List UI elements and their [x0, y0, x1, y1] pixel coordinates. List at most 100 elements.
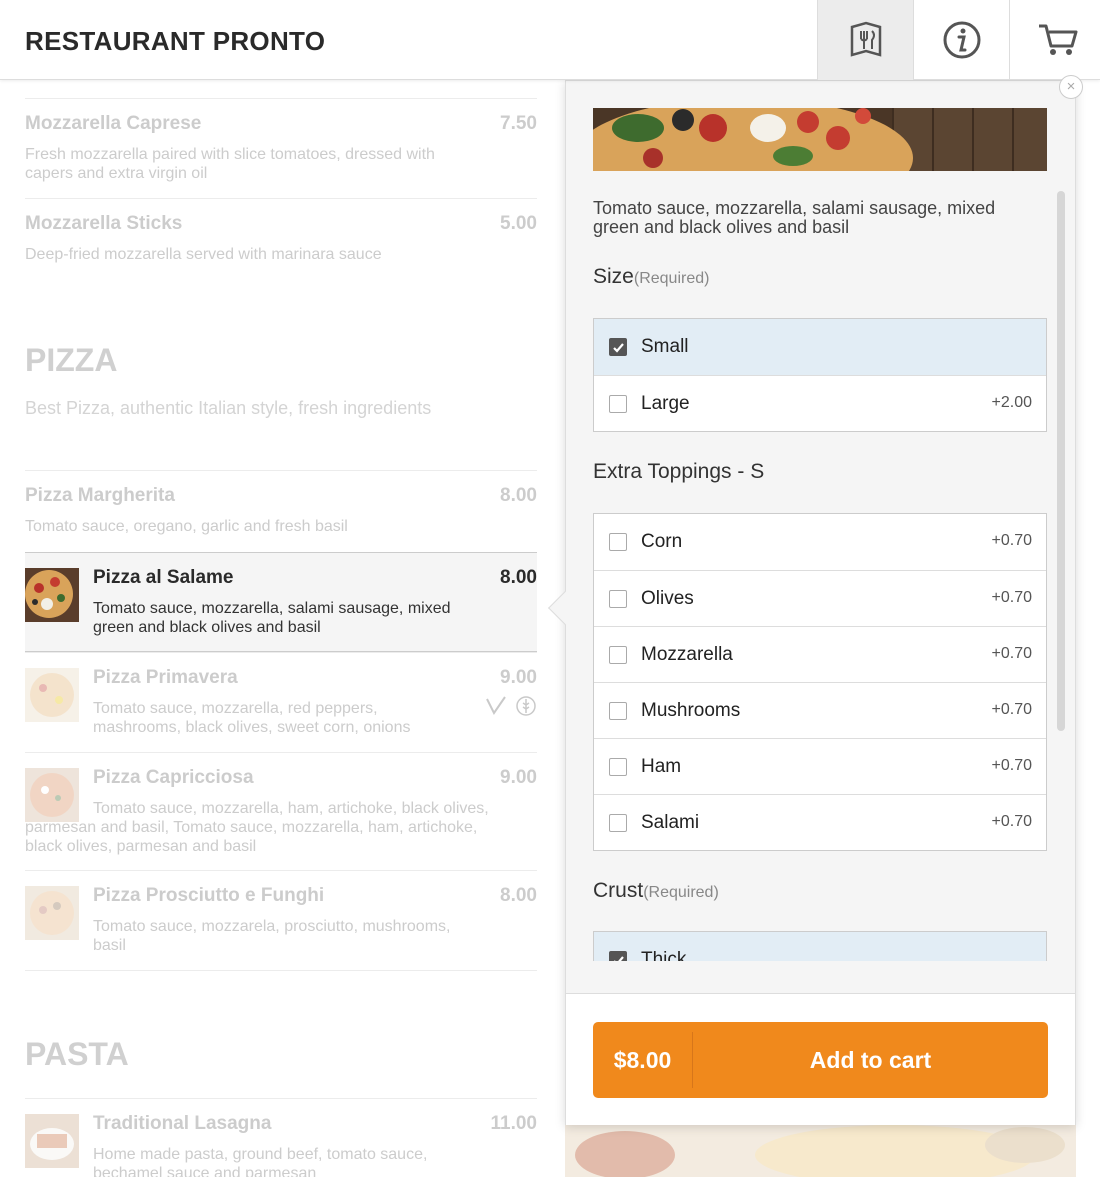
background-food-photo — [565, 1125, 1076, 1177]
menu-item[interactable]: Pizza Capricciosa 9.00 Tomato sauce, moz… — [25, 752, 537, 872]
option-price: +0.70 — [991, 701, 1032, 718]
size-title: Size(Required) — [593, 265, 709, 289]
item-name: Pizza Primavera — [93, 667, 238, 688]
size-option-small[interactable]: Small — [594, 319, 1046, 375]
required-label: (Required) — [643, 884, 719, 901]
close-panel-button[interactable]: × — [1059, 75, 1083, 99]
item-price: 7.50 — [500, 113, 537, 134]
menu-item-selected[interactable]: Pizza al Salame 8.00 Tomato sauce, mozza… — [25, 552, 537, 652]
item-price: 8.00 — [500, 885, 537, 906]
options-scroll-area[interactable]: Tomato sauce, mozzarella, salami sausage… — [566, 81, 1075, 961]
pizza-thumbnail — [25, 668, 79, 722]
toppings-title: Extra Toppings - S — [593, 460, 765, 483]
checkbox[interactable] — [609, 702, 627, 720]
menu-item[interactable]: Mozzarella Caprese 7.50 Fresh mozzarella… — [25, 98, 537, 198]
checkbox[interactable] — [609, 646, 627, 664]
menu-item[interactable]: Pizza Margherita 8.00 Tomato sauce, oreg… — [25, 470, 537, 552]
option-label: Corn — [641, 531, 683, 552]
option-label: Small — [641, 336, 689, 357]
option-label: Olives — [641, 588, 694, 609]
topping-option-corn[interactable]: Corn +0.70 — [594, 514, 1046, 570]
option-price: +0.70 — [991, 589, 1032, 606]
item-price: 8.00 — [500, 567, 537, 588]
item-name: Traditional Lasagna — [93, 1113, 272, 1134]
menu-item[interactable]: Pizza Prosciutto e Funghi 8.00 Tomato sa… — [25, 870, 537, 970]
item-name: Mozzarella Sticks — [25, 213, 183, 234]
checkbox-checked[interactable] — [609, 338, 627, 356]
topping-option-salami[interactable]: Salami +0.70 — [594, 794, 1046, 850]
topping-option-mozzarella[interactable]: Mozzarella +0.70 — [594, 626, 1046, 682]
option-label: Ham — [641, 756, 682, 777]
topping-option-ham[interactable]: Ham +0.70 — [594, 738, 1046, 794]
item-name: Mozzarella Caprese — [25, 113, 202, 134]
size-option-large[interactable]: Large +2.00 — [594, 375, 1046, 431]
checkbox[interactable] — [609, 395, 627, 413]
crust-option-thick[interactable]: Thick — [594, 932, 1046, 961]
checkbox-checked[interactable] — [609, 951, 627, 961]
item-price: 11.00 — [490, 1113, 538, 1134]
item-name: Pizza Capricciosa — [93, 767, 254, 788]
vegetarian-icon — [486, 696, 506, 715]
option-label: Mushrooms — [641, 700, 741, 721]
option-label: Salami — [641, 812, 700, 833]
option-price: +0.70 — [991, 532, 1032, 549]
item-description: Tomato sauce, oregano, garlic and fresh … — [25, 518, 348, 535]
menu-item[interactable]: Pizza Primavera 9.00 Tomato sauce, mozza… — [25, 652, 537, 752]
section-subtitle: Best Pizza, authentic Italian style, fre… — [25, 398, 432, 418]
crust-title-text: Crust — [593, 879, 644, 902]
item-description: Deep-fried mozzarella served with marina… — [25, 246, 382, 263]
option-label: Thick — [641, 949, 687, 961]
item-options-panel: Tomato sauce, mozzarella, salami sausage… — [565, 80, 1076, 1125]
item-price: 9.00 — [500, 767, 537, 788]
option-price: +0.70 — [991, 757, 1032, 774]
add-to-cart-label: Add to cart — [809, 1046, 932, 1073]
option-label: Large — [641, 393, 690, 414]
item-price: 8.00 — [500, 485, 537, 506]
options-scrollbar[interactable] — [1057, 191, 1065, 731]
section-title: PIZZA — [25, 342, 118, 378]
item-name: Pizza al Salame — [93, 567, 234, 588]
panel-footer: $8.00 Add to cart — [566, 993, 1075, 1125]
pizza-thumbnail — [25, 886, 79, 940]
info-icon — [943, 21, 980, 59]
item-hero-image — [593, 108, 1047, 171]
brand-title: RESTAURANT PRONTO — [25, 26, 326, 56]
app-header: RESTAURANT PRONTO — [0, 0, 1100, 80]
info-nav-button[interactable] — [913, 0, 1009, 80]
menu-nav-button[interactable] — [817, 0, 913, 80]
section-title: PASTA — [25, 1036, 129, 1072]
checkbox[interactable] — [609, 758, 627, 776]
cart-icon — [1038, 24, 1077, 55]
option-price: +0.70 — [991, 813, 1032, 830]
cart-nav-button[interactable] — [1009, 0, 1100, 80]
menu-list: Mozzarella Caprese 7.50 Fresh mozzarella… — [25, 80, 537, 1177]
option-price: +0.70 — [991, 645, 1032, 662]
pasta-thumbnail — [25, 1114, 79, 1168]
item-price: 5.00 — [500, 213, 537, 234]
menu-item[interactable]: Mozzarella Sticks 5.00 Deep-fried mozzar… — [25, 198, 537, 278]
item-description: Tomato sauce, mozzarella, red peppers, m… — [93, 700, 411, 736]
item-description: Fresh mozzarella paired with slice tomat… — [25, 146, 435, 182]
menu-item[interactable]: Traditional Lasagna 11.00 Home made past… — [25, 1098, 537, 1177]
pizza-thumbnail — [25, 568, 79, 622]
checkbox[interactable] — [609, 533, 627, 551]
topping-option-mushrooms[interactable]: Mushrooms +0.70 — [594, 682, 1046, 738]
size-options: Small Large +2.00 — [593, 318, 1047, 432]
checkbox[interactable] — [609, 814, 627, 832]
toppings-options: Corn +0.70 Olives +0.70 Mozzarella +0.70… — [593, 513, 1047, 851]
checkbox[interactable] — [609, 590, 627, 608]
divider — [25, 970, 537, 971]
option-price: +2.00 — [991, 394, 1032, 411]
item-price: 9.00 — [500, 667, 537, 688]
menu-book-icon — [850, 21, 881, 57]
option-label: Mozzarella — [641, 644, 733, 665]
topping-option-olives[interactable]: Olives +0.70 — [594, 570, 1046, 626]
required-label: (Required) — [633, 270, 710, 287]
gluten-free-icon — [516, 696, 536, 716]
item-name: Pizza Prosciutto e Funghi — [93, 885, 325, 906]
dietary-icons — [485, 695, 537, 717]
cart-total-price: $8.00 — [593, 1032, 693, 1088]
item-description: Tomato sauce, mozzarella, salami sausage… — [93, 600, 451, 636]
item-description: Tomato sauce, mozzarella, ham, artichoke… — [25, 800, 489, 855]
add-to-cart-button[interactable]: $8.00 Add to cart — [593, 1022, 1048, 1098]
